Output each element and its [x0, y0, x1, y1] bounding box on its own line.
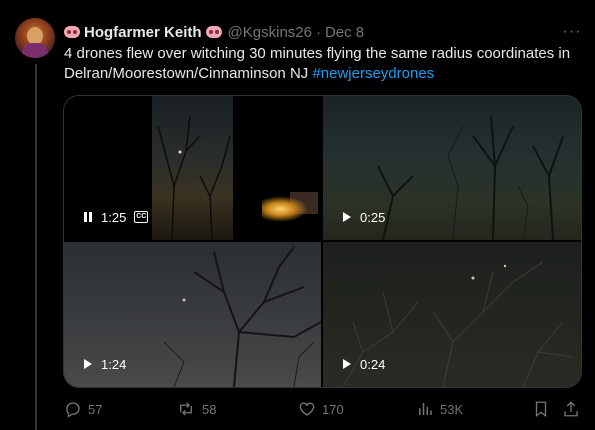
- tree-silhouette: [152, 96, 233, 240]
- video-time-pill-4: 0:24: [334, 353, 393, 375]
- author-handle[interactable]: @Kgskins26: [228, 24, 312, 41]
- repost-button[interactable]: 58: [176, 400, 216, 418]
- like-icon: [298, 400, 316, 418]
- video-tile-1[interactable]: 1:25 CC: [64, 96, 321, 240]
- repost-icon: [176, 400, 196, 418]
- reply-button[interactable]: 57: [64, 400, 102, 418]
- video-tile-3[interactable]: 1:24: [64, 242, 321, 387]
- more-options-icon[interactable]: ···: [562, 22, 582, 42]
- like-button[interactable]: 170: [298, 400, 344, 418]
- avatar[interactable]: [15, 18, 55, 58]
- video-duration-1: 1:25: [101, 209, 127, 225]
- video-time-pill-3: 1:24: [75, 353, 134, 375]
- video-frame-night-house: [152, 96, 318, 240]
- tweet-header: Hogfarmer Keith @Kgskins26 · Dec 8: [64, 22, 364, 42]
- video-duration-4: 0:24: [360, 356, 386, 372]
- pig-emoji-icon: [64, 26, 80, 38]
- views-button[interactable]: 53K: [416, 400, 463, 418]
- pig-emoji-icon: [205, 26, 222, 38]
- author-name[interactable]: Hogfarmer Keith: [84, 24, 202, 41]
- video-time-pill-2: 0:25: [334, 206, 393, 228]
- like-count: 170: [322, 401, 344, 417]
- action-bar: 57 58 170 53K: [64, 398, 584, 420]
- media-grid: 1:25 CC 0:25 1:24 0:24: [63, 95, 582, 388]
- play-icon[interactable]: [83, 358, 93, 370]
- bookmark-button[interactable]: [532, 400, 550, 418]
- reply-count: 57: [88, 401, 103, 417]
- views-icon: [416, 400, 434, 418]
- avatar-body: [22, 43, 48, 58]
- video-tile-2[interactable]: 0:25: [323, 96, 581, 240]
- share-button[interactable]: [562, 400, 580, 418]
- share-icon: [562, 400, 580, 418]
- bookmark-icon: [532, 400, 550, 418]
- tweet-text: 4 drones flew over witching 30 minutes f…: [64, 44, 584, 84]
- video-duration-2: 0:25: [360, 209, 386, 225]
- hashtag-link[interactable]: #newjerseydrones: [312, 65, 434, 82]
- captions-icon[interactable]: CC: [134, 211, 149, 223]
- video-duration-3: 1:24: [101, 356, 127, 372]
- repost-count: 58: [202, 401, 217, 417]
- separator-dot: ·: [315, 23, 321, 41]
- christmas-lights: [262, 196, 308, 222]
- pause-icon[interactable]: [83, 211, 93, 223]
- views-count: 53K: [440, 401, 464, 417]
- video-tile-4[interactable]: 0:24: [323, 242, 581, 387]
- play-icon[interactable]: [342, 358, 352, 370]
- play-icon[interactable]: [342, 211, 352, 223]
- video-time-pill-1: 1:25 CC: [75, 206, 156, 228]
- tweet-date[interactable]: Dec 8: [325, 24, 364, 41]
- thread-line: [35, 64, 37, 430]
- reply-icon: [64, 400, 82, 418]
